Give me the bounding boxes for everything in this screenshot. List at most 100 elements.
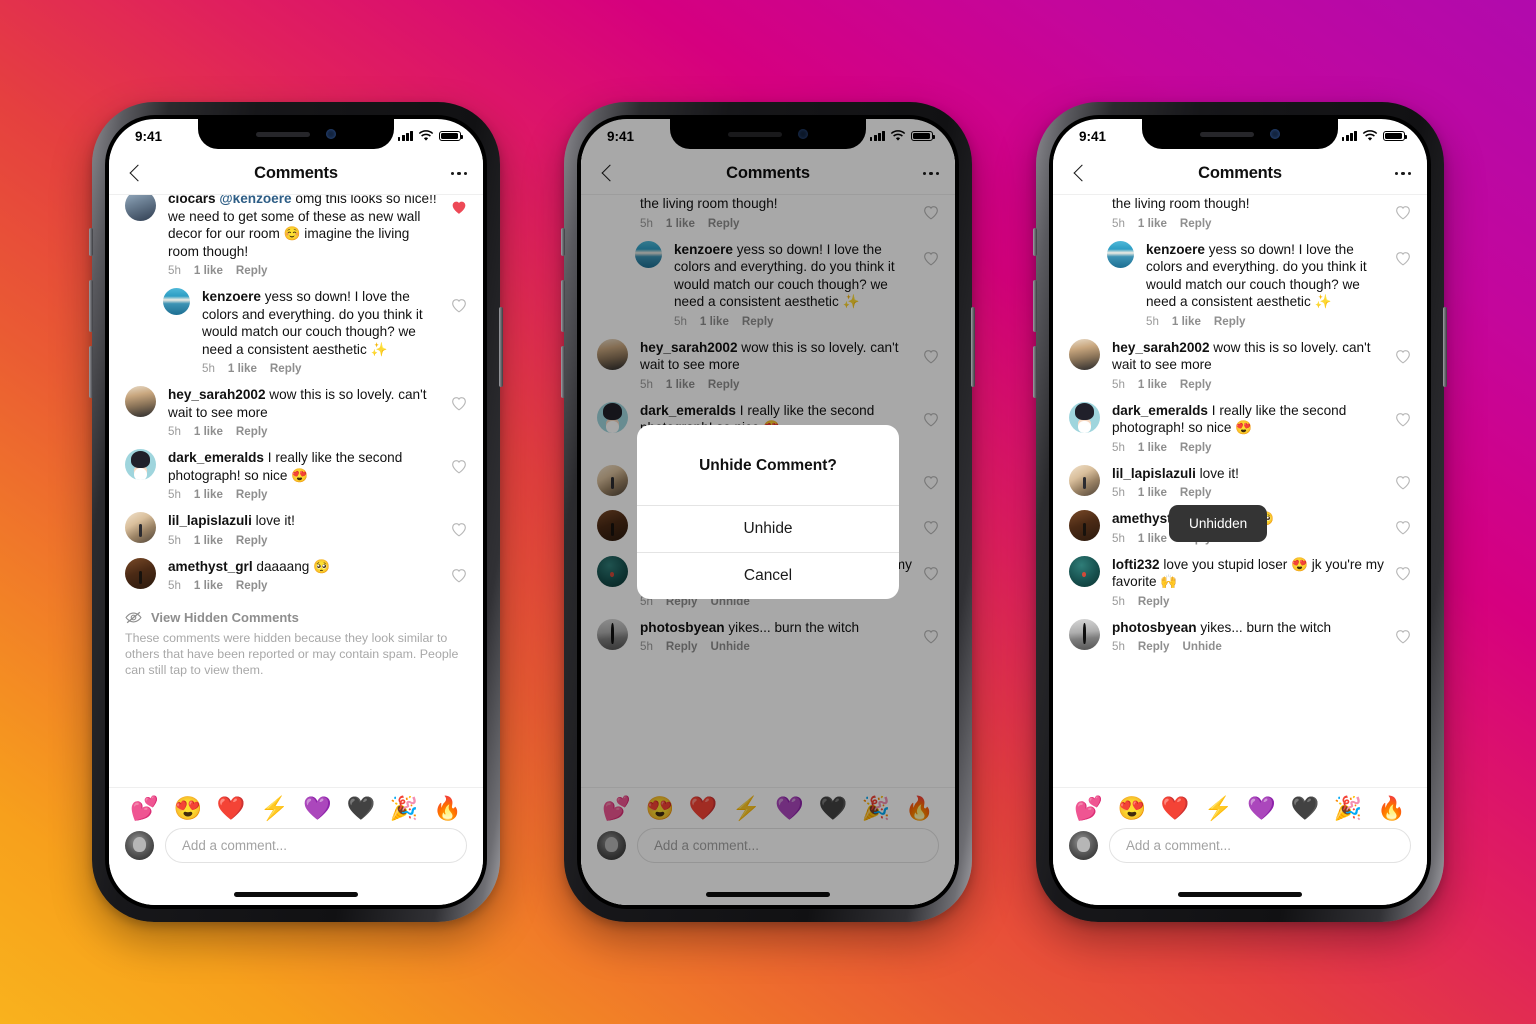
comments-list[interactable]: the living room though! 5h 1 like Reply kenz… bbox=[1053, 195, 1427, 787]
emoji-quick-0[interactable]: 💕 bbox=[130, 797, 159, 820]
comment-row[interactable]: dark_emeralds I really like the second p… bbox=[1053, 391, 1427, 454]
comment-username[interactable]: dark_emeralds bbox=[168, 450, 264, 465]
back-chevron-icon[interactable] bbox=[125, 163, 147, 185]
heart-outline-icon[interactable] bbox=[1395, 566, 1411, 581]
comment-reply-button[interactable]: Reply bbox=[236, 488, 268, 501]
silent-switch[interactable] bbox=[89, 228, 93, 256]
heart-outline-icon[interactable] bbox=[451, 298, 467, 313]
avatar[interactable] bbox=[1069, 510, 1100, 541]
comment-username[interactable]: lil_lapislazuli bbox=[1112, 466, 1196, 481]
comment-username[interactable]: hey_sarah2002 bbox=[168, 387, 266, 402]
avatar[interactable] bbox=[125, 195, 156, 221]
emoji-quick-4[interactable]: 💜 bbox=[303, 797, 332, 820]
comment-like-count[interactable]: 1 like bbox=[1138, 486, 1167, 499]
comment-username[interactable]: hey_sarah2002 bbox=[1112, 340, 1210, 355]
comment-like-count[interactable]: 1 like bbox=[194, 579, 223, 592]
comment-row[interactable]: hey_sarah2002 wow this is so lovely. can… bbox=[109, 375, 483, 438]
comment-like-count[interactable]: 1 like bbox=[1138, 217, 1167, 230]
heart-outline-icon[interactable] bbox=[1395, 475, 1411, 490]
comment-username[interactable]: ciocars bbox=[168, 195, 216, 206]
emoji-quick-0[interactable]: 💕 bbox=[1074, 797, 1103, 820]
comment-username[interactable]: lil_lapislazuli bbox=[168, 513, 252, 528]
emoji-quick-1[interactable]: 😍 bbox=[1118, 797, 1147, 820]
avatar[interactable] bbox=[1069, 401, 1100, 433]
avatar[interactable] bbox=[125, 557, 156, 589]
heart-outline-icon[interactable] bbox=[1395, 349, 1411, 364]
comment-row[interactable]: lofti232 love you stupid loser 😍 jk you'… bbox=[1053, 545, 1427, 608]
comment-reply-button[interactable]: Reply bbox=[1180, 217, 1212, 230]
more-options-icon[interactable] bbox=[445, 171, 467, 176]
comment-row[interactable]: kenzoere yess so down! I love the colors… bbox=[109, 277, 483, 375]
silent-switch[interactable] bbox=[1033, 228, 1037, 256]
comment-row[interactable]: lil_lapislazuli love it! 5h 1 like Reply bbox=[1053, 454, 1427, 499]
comment-row[interactable]: dark_emeralds I really like the second p… bbox=[109, 438, 483, 501]
emoji-quick-6[interactable]: 🎉 bbox=[390, 797, 419, 820]
heart-outline-icon[interactable] bbox=[1395, 520, 1411, 535]
comment-like-count[interactable]: 1 like bbox=[194, 534, 223, 547]
heart-outline-icon[interactable] bbox=[1395, 205, 1411, 220]
comment-row[interactable]: amethyst_grl daaaang 🥺 5h 1 like Reply bbox=[109, 547, 483, 592]
comment-username[interactable]: kenzoere bbox=[202, 289, 261, 304]
view-hidden-comments-button[interactable]: View Hidden Comments bbox=[125, 610, 467, 625]
emoji-quick-2[interactable]: ❤️ bbox=[1161, 797, 1190, 820]
avatar[interactable] bbox=[163, 288, 190, 315]
emoji-quick-6[interactable]: 🎉 bbox=[1334, 797, 1363, 820]
comment-reply-button[interactable]: Reply bbox=[270, 362, 302, 375]
back-chevron-icon[interactable] bbox=[1069, 163, 1091, 185]
avatar[interactable] bbox=[1069, 464, 1100, 496]
comment-reply-button[interactable]: Reply bbox=[1214, 315, 1246, 328]
heart-outline-icon[interactable] bbox=[1395, 251, 1411, 266]
heart-outline-icon[interactable] bbox=[1395, 412, 1411, 427]
volume-up-button[interactable] bbox=[561, 280, 565, 332]
comment-reply-button[interactable]: Reply bbox=[1138, 640, 1170, 653]
comment-reply-button[interactable]: Reply bbox=[236, 534, 268, 547]
volume-down-button[interactable] bbox=[1033, 346, 1037, 398]
comment-reply-button[interactable]: Reply bbox=[236, 425, 268, 438]
avatar[interactable] bbox=[125, 386, 156, 417]
comment-row[interactable]: hey_sarah2002 wow this is so lovely. can… bbox=[1053, 328, 1427, 391]
volume-up-button[interactable] bbox=[1033, 280, 1037, 332]
comments-list[interactable]: ciocars @kenzoere omg this looks so nice… bbox=[109, 195, 483, 787]
emoji-quick-1[interactable]: 😍 bbox=[174, 797, 203, 820]
emoji-quick-4[interactable]: 💜 bbox=[1247, 797, 1276, 820]
heart-outline-icon[interactable] bbox=[451, 522, 467, 537]
heart-outline-icon[interactable] bbox=[451, 568, 467, 583]
comment-username[interactable]: photosbyean bbox=[1112, 620, 1197, 635]
more-options-icon[interactable] bbox=[1389, 171, 1411, 176]
comment-like-count[interactable]: 1 like bbox=[1138, 441, 1167, 454]
volume-down-button[interactable] bbox=[561, 346, 565, 398]
power-button[interactable] bbox=[971, 307, 975, 387]
comment-mention[interactable]: @kenzoere bbox=[219, 195, 291, 206]
comment-row[interactable]: the living room though! 5h 1 like Reply bbox=[1053, 195, 1427, 230]
comment-username[interactable]: kenzoere bbox=[1146, 242, 1205, 257]
comment-like-count[interactable]: 1 like bbox=[194, 488, 223, 501]
emoji-quick-3[interactable]: ⚡ bbox=[260, 797, 289, 820]
avatar[interactable] bbox=[125, 449, 156, 480]
emoji-quick-3[interactable]: ⚡ bbox=[1204, 797, 1233, 820]
comment-username[interactable]: lofti232 bbox=[1112, 557, 1160, 572]
volume-down-button[interactable] bbox=[89, 346, 93, 398]
avatar[interactable] bbox=[125, 512, 156, 543]
comment-like-count[interactable]: 1 like bbox=[1138, 532, 1167, 545]
dialog-cancel-button[interactable]: Cancel bbox=[637, 552, 899, 599]
comment-like-count[interactable]: 1 like bbox=[1138, 378, 1167, 391]
add-comment-input[interactable]: Add a comment... bbox=[1109, 828, 1411, 863]
volume-up-button[interactable] bbox=[89, 280, 93, 332]
comment-like-count[interactable]: 1 like bbox=[194, 425, 223, 438]
power-button[interactable] bbox=[499, 307, 503, 387]
emoji-quick-2[interactable]: ❤️ bbox=[217, 797, 246, 820]
avatar[interactable] bbox=[1069, 338, 1100, 370]
comment-reply-button[interactable]: Reply bbox=[236, 264, 268, 277]
comment-like-count[interactable]: 1 like bbox=[228, 362, 257, 375]
comment-reply-button[interactable]: Reply bbox=[1138, 595, 1170, 608]
comment-reply-button[interactable]: Reply bbox=[1180, 486, 1212, 499]
comment-unhide-button[interactable]: Unhide bbox=[1182, 640, 1221, 653]
emoji-quick-5[interactable]: 🖤 bbox=[1291, 797, 1320, 820]
comment-row[interactable]: photosbyean yikes... burn the witch 5h Rep… bbox=[1053, 608, 1427, 653]
avatar[interactable] bbox=[1069, 618, 1100, 650]
comment-like-count[interactable]: 1 like bbox=[194, 264, 223, 277]
comment-reply-button[interactable]: Reply bbox=[1180, 441, 1212, 454]
emoji-quick-7[interactable]: 🔥 bbox=[1377, 797, 1406, 820]
comment-reply-button[interactable]: Reply bbox=[236, 579, 268, 592]
comment-like-count[interactable]: 1 like bbox=[1172, 315, 1201, 328]
